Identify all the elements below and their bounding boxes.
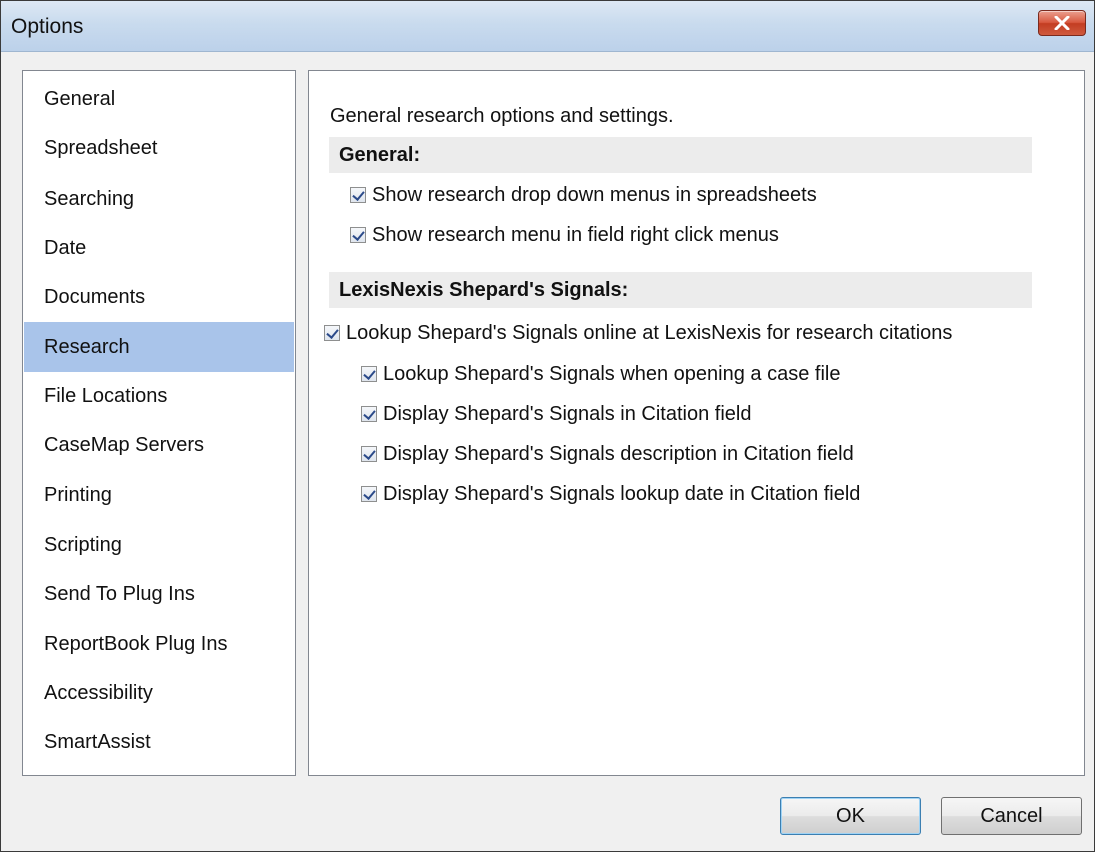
sidebar-item-label: Accessibility (44, 682, 153, 704)
sidebar-item-casemap-servers[interactable]: CaseMap Servers (24, 420, 294, 470)
close-button[interactable] (1038, 10, 1086, 36)
close-icon (1054, 16, 1070, 30)
options-dialog: Options General Spreadsheet Searching Da… (0, 0, 1095, 852)
sidebar-item-send-to-plug-ins[interactable]: Send To Plug Ins (24, 569, 294, 619)
checkbox-checked[interactable] (324, 325, 340, 341)
panel-description: General research options and settings. (330, 105, 674, 127)
option-label: Lookup Shepard's Signals online at Lexis… (346, 321, 953, 344)
sidebar-item-label: Printing (44, 484, 112, 506)
sidebar-item-label: Searching (44, 188, 135, 210)
checkbox-checked[interactable] (361, 446, 377, 462)
checkbox-checked[interactable] (350, 187, 366, 203)
option-lookup-on-open[interactable]: Lookup Shepard's Signals when opening a … (361, 360, 840, 388)
option-label: Display Shepard's Signals in Citation fi… (383, 402, 752, 425)
option-label: Lookup Shepard's Signals when opening a … (383, 362, 841, 385)
sidebar-item-documents[interactable]: Documents (24, 272, 294, 322)
general-section-header: General: (329, 137, 1032, 173)
cancel-button[interactable]: Cancel (941, 797, 1082, 835)
option-research-right-click-menus[interactable]: Show research menu in field right click … (350, 221, 779, 249)
sidebar-item-general[interactable]: General (24, 74, 294, 124)
checkbox-checked[interactable] (361, 406, 377, 422)
sidebar-item-label: General (44, 88, 116, 110)
option-label: Display Shepard's Signals lookup date in… (383, 482, 861, 505)
sidebar-item-label: Scripting (44, 534, 122, 556)
checkbox-checked[interactable] (361, 366, 377, 382)
option-label: Show research menu in field right click … (372, 223, 779, 246)
option-lookup-shepards-online[interactable]: Lookup Shepard's Signals online at Lexis… (324, 319, 952, 347)
sidebar-item-label: Send To Plug Ins (44, 583, 195, 605)
sidebar-item-label: CaseMap Servers (44, 434, 205, 456)
checkbox-checked[interactable] (361, 486, 377, 502)
sidebar-item-scripting[interactable]: Scripting (24, 520, 294, 570)
option-research-dropdown-menus[interactable]: Show research drop down menus in spreads… (350, 181, 817, 209)
shepards-section-header: LexisNexis Shepard's Signals: (329, 272, 1032, 308)
sidebar-item-date[interactable]: Date (24, 223, 294, 273)
sidebar-item-spreadsheet[interactable]: Spreadsheet (24, 123, 294, 173)
sidebar-item-label: SmartAssist (44, 731, 151, 753)
sidebar-item-label: Research (44, 336, 130, 358)
sidebar-item-label: Date (44, 237, 87, 259)
option-display-signals-lookup-date[interactable]: Display Shepard's Signals lookup date in… (361, 480, 860, 508)
sidebar-item-file-locations[interactable]: File Locations (24, 371, 294, 421)
sidebar-item-label: File Locations (44, 385, 168, 407)
ok-button[interactable]: OK (780, 797, 921, 835)
title-bar[interactable]: Options (1, 1, 1094, 52)
sidebar-item-reportbook-plug-ins[interactable]: ReportBook Plug Ins (24, 619, 294, 669)
sidebar-item-searching[interactable]: Searching (24, 174, 294, 224)
option-display-signals-description[interactable]: Display Shepard's Signals description in… (361, 440, 854, 468)
sidebar-item-research[interactable]: Research (24, 322, 294, 372)
sidebar-item-printing[interactable]: Printing (24, 470, 294, 520)
checkbox-checked[interactable] (350, 227, 366, 243)
research-options-panel: General research options and settings. G… (308, 70, 1085, 776)
sidebar-item-label: Spreadsheet (44, 137, 158, 159)
window-title: Options (11, 15, 84, 38)
category-list: General Spreadsheet Searching Date Docum… (22, 70, 296, 776)
sidebar-item-smartassist[interactable]: SmartAssist (24, 717, 294, 767)
sidebar-item-label: ReportBook Plug Ins (44, 633, 228, 655)
sidebar-item-label: Documents (44, 286, 146, 308)
option-display-signals[interactable]: Display Shepard's Signals in Citation fi… (361, 400, 751, 428)
option-label: Display Shepard's Signals description in… (383, 442, 854, 465)
option-label: Show research drop down menus in spreads… (372, 183, 817, 206)
sidebar-item-accessibility[interactable]: Accessibility (24, 668, 294, 718)
